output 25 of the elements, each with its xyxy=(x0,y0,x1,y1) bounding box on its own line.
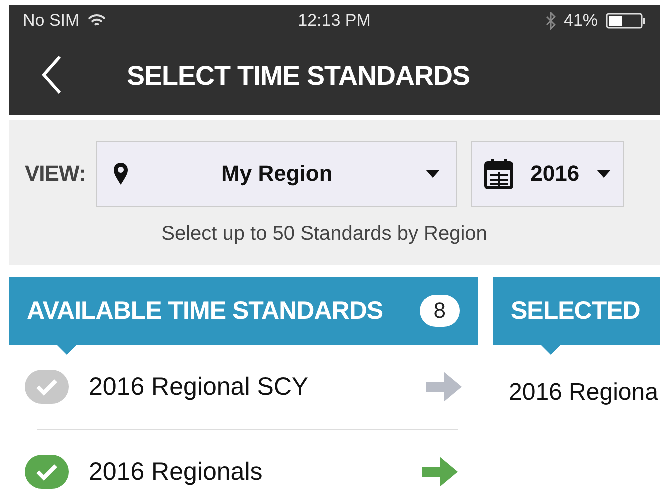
hint-text: Select up to 50 Standards by Region xyxy=(160,223,488,246)
arrow-right-icon[interactable] xyxy=(422,457,458,487)
section-title: SELECTED xyxy=(511,296,642,326)
section-title: AVAILABLE TIME STANDARDS xyxy=(27,296,384,326)
region-dropdown[interactable]: My Region xyxy=(96,141,457,207)
year-dropdown[interactable]: 2016 xyxy=(470,141,624,207)
standard-name: 2016 Regiona xyxy=(509,379,660,407)
checkmark-icon[interactable] xyxy=(25,455,69,489)
carrier-label: No SIM xyxy=(23,11,80,31)
battery-icon xyxy=(606,13,646,29)
caret-icon xyxy=(596,170,611,178)
standard-name: 2016 Regional SCY xyxy=(89,372,310,402)
bluetooth-icon xyxy=(546,12,556,30)
caret-icon xyxy=(426,170,440,178)
wifi-icon xyxy=(88,14,106,28)
calendar-icon xyxy=(484,158,514,190)
map-pin-icon xyxy=(112,162,129,186)
clock-time: 12:13 PM xyxy=(298,11,371,31)
standard-name: 2016 Regionals xyxy=(89,458,264,486)
battery-percent: 41% xyxy=(564,11,598,31)
screen-title: SELECT TIME STANDARDS xyxy=(127,60,470,92)
count-badge: 8 xyxy=(420,295,460,327)
view-label: VIEW: xyxy=(25,161,86,187)
arrow-right-icon[interactable] xyxy=(426,372,462,402)
checkmark-icon[interactable] xyxy=(25,370,69,404)
